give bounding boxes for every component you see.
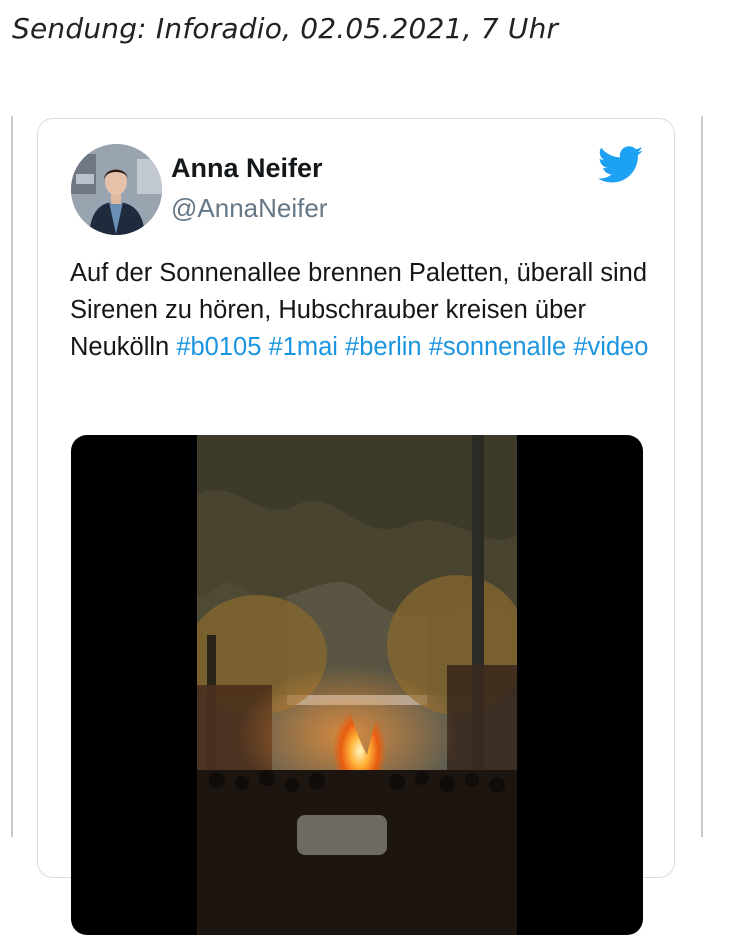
author-name[interactable]: Anna Neifer [171, 153, 323, 184]
hashtag-link[interactable]: #video [573, 333, 648, 361]
hashtag-link[interactable]: #berlin [345, 333, 422, 361]
hashtag-link[interactable]: #b0105 [176, 333, 261, 361]
tweet-text-segment [338, 333, 345, 361]
hashtag-link[interactable]: #1mai [269, 333, 338, 361]
frame-divider-left [11, 116, 13, 837]
hashtag-link[interactable]: #sonnenalle [429, 333, 567, 361]
video-thumbnail [197, 435, 517, 935]
embedded-tweet-card[interactable]: Anna Neifer @AnnaNeifer Auf der Sonnenal… [37, 118, 675, 935]
frame-divider-right [701, 116, 703, 837]
broadcast-info: Sendung: Inforadio, 02.05.2021, 7 Uhr [12, 12, 559, 45]
tweet-video-player[interactable] [71, 435, 643, 935]
author-handle[interactable]: @AnnaNeifer [171, 193, 327, 224]
author-avatar[interactable] [71, 144, 162, 235]
twitter-bird-icon[interactable] [597, 146, 644, 184]
tweet-text-segment [422, 333, 429, 361]
tweet-text: Auf der Sonnenallee brennen Paletten, üb… [70, 255, 660, 366]
tweet-text-segment [261, 333, 268, 361]
